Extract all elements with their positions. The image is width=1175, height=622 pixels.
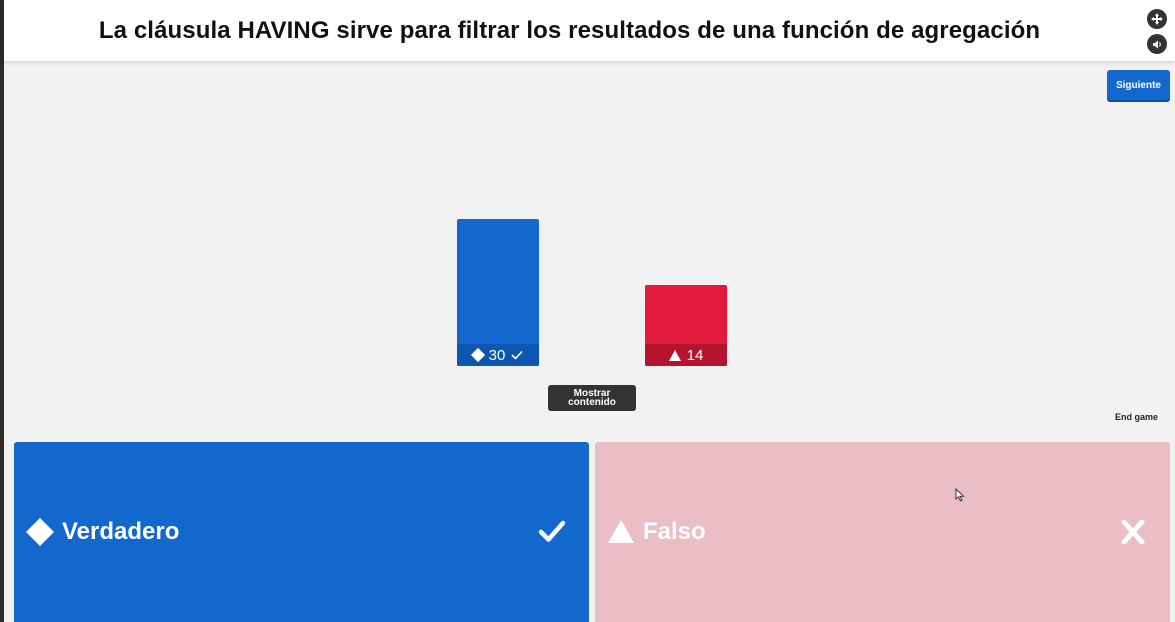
result-bar-falso-footer: 14 [645,344,727,366]
window-left-edge [0,0,4,622]
speaker-icon [1152,40,1161,48]
check-icon [511,350,523,360]
answer-verdadero[interactable]: Verdadero [14,442,589,622]
diamond-icon [470,347,485,363]
show-content-button[interactable]: Mostrar contenido [548,385,636,411]
diamond-icon [26,518,54,546]
mouse-cursor-icon [955,488,965,502]
result-bar-falso: 14 [645,285,727,366]
result-bar-verdadero: 30 [457,219,539,366]
question-header: La cláusula HAVING sirve para filtrar lo… [4,0,1175,61]
fullscreen-button[interactable] [1147,9,1167,29]
sound-button[interactable] [1147,34,1167,54]
question-title: La cláusula HAVING sirve para filtrar lo… [98,16,1041,44]
cross-icon [1121,520,1145,544]
result-bar-verdadero-footer: 30 [457,344,539,366]
check-icon [539,520,565,542]
answer-label-falso: Falso [643,518,706,545]
answer-label-verdadero: Verdadero [62,518,180,545]
result-count-falso: 14 [686,346,704,364]
answer-falso[interactable]: Falso [595,442,1170,622]
next-button[interactable]: Siguiente [1107,70,1170,100]
result-count-verdadero: 30 [488,346,506,364]
fullscreen-icon [1151,13,1163,25]
triangle-icon [668,349,681,361]
end-game-link[interactable]: End game [1115,412,1158,422]
triangle-icon [608,520,634,543]
